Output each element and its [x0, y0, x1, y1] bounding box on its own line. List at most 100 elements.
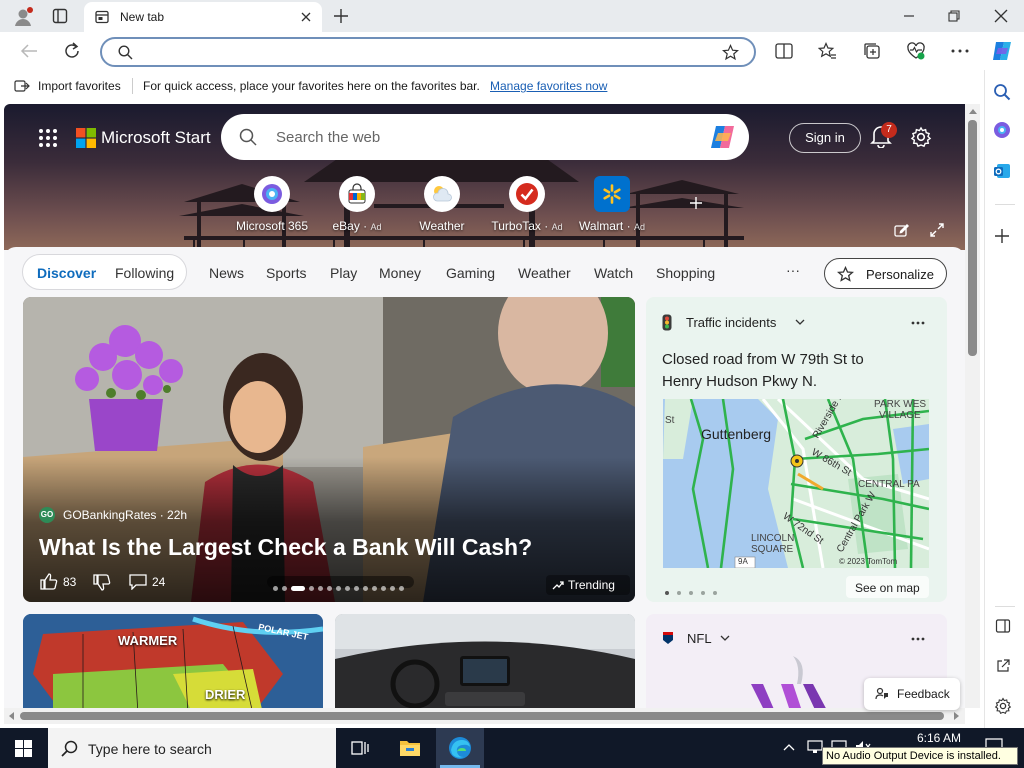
open-external-icon[interactable] [995, 658, 1011, 674]
new-tab-icon[interactable] [333, 8, 349, 24]
sidebar-settings-icon[interactable] [994, 697, 1012, 715]
tab-following[interactable]: Following [115, 265, 174, 281]
nav-shopping[interactable]: Shopping [656, 265, 715, 281]
carousel-dot[interactable] [336, 586, 341, 591]
profile-icon[interactable] [12, 6, 34, 28]
card-more-icon[interactable] [911, 321, 925, 325]
copilot-icon[interactable] [990, 39, 1014, 63]
personalize-button[interactable]: Personalize [824, 258, 947, 289]
clock-time[interactable]: 6:16 AM [917, 731, 961, 745]
more-icon[interactable] [951, 49, 969, 53]
address-bar[interactable] [100, 37, 756, 67]
add-quick-link-icon[interactable] [689, 196, 703, 210]
web-search-box[interactable]: Search the web [221, 114, 749, 160]
tab-discover[interactable]: Discover [37, 265, 96, 281]
tab-new-tab[interactable]: New tab [84, 2, 322, 32]
close-window-icon[interactable] [994, 9, 1008, 23]
sign-in-button[interactable]: Sign in [789, 123, 861, 153]
sidebar-search-icon[interactable] [993, 83, 1011, 101]
horizontal-scrollbar[interactable] [4, 708, 965, 724]
edge-taskbar-button[interactable] [436, 728, 484, 768]
feedback-button[interactable]: Feedback [864, 678, 960, 710]
pager-dot[interactable] [713, 591, 717, 595]
nav-weather[interactable]: Weather [518, 265, 571, 281]
scroll-right-icon[interactable] [954, 712, 960, 720]
nav-news[interactable]: News [209, 265, 244, 281]
top-story-card[interactable]: GO GOBankingRates · 22h What Is the Larg… [23, 297, 635, 602]
split-screen-icon[interactable] [775, 43, 793, 59]
sidebar-outlook-icon[interactable] [993, 162, 1011, 180]
pager-dot[interactable] [677, 591, 681, 595]
import-favorites-button[interactable]: Import favorites [38, 79, 121, 93]
hide-sidebar-icon[interactable] [995, 618, 1011, 634]
copilot-icon[interactable] [708, 123, 738, 151]
nav-gaming[interactable]: Gaming [446, 265, 495, 281]
collections-icon[interactable] [863, 42, 881, 60]
traffic-card-title[interactable]: Traffic incidents [686, 315, 776, 330]
minimize-icon[interactable] [903, 10, 915, 22]
scroll-up-icon[interactable] [969, 108, 977, 114]
chevron-down-icon[interactable] [795, 319, 805, 326]
refresh-icon[interactable] [63, 42, 81, 60]
apps-launcher-icon[interactable] [38, 128, 58, 148]
comment-icon[interactable] [129, 574, 147, 590]
restore-icon[interactable] [948, 10, 960, 22]
quick-link-turbotax[interactable]: TurboTax · Ad [489, 176, 565, 233]
quick-link-ebay[interactable]: eBay · Ad [319, 176, 395, 233]
vertical-scrollbar[interactable] [965, 104, 980, 708]
horizontal-scroll-thumb[interactable] [20, 712, 944, 720]
expand-icon[interactable] [929, 222, 945, 238]
nav-play[interactable]: Play [330, 265, 357, 281]
nav-money[interactable]: Money [379, 265, 421, 281]
tab-actions-icon[interactable] [52, 8, 68, 24]
scroll-left-icon[interactable] [8, 712, 14, 720]
like-icon[interactable] [40, 573, 58, 590]
carousel-dot[interactable] [363, 586, 368, 591]
favorite-star-icon[interactable] [722, 44, 739, 61]
tray-chevron-up-icon[interactable] [783, 743, 795, 751]
story-source[interactable]: GOBankingRates · 22h [63, 508, 187, 522]
quick-link-microsoft-365[interactable]: Microsoft 365 [234, 176, 310, 233]
carousel-dots[interactable] [267, 576, 414, 591]
weather-map-card[interactable]: WARMER DRIER POLAR JET [23, 614, 323, 708]
nfl-card-title[interactable]: NFL [687, 631, 712, 646]
story-headline[interactable]: What Is the Largest Check a Bank Will Ca… [39, 534, 532, 561]
nav-watch[interactable]: Watch [594, 265, 633, 281]
sidebar-add-icon[interactable] [994, 228, 1010, 244]
traffic-map[interactable]: PARK WES VILLAGE Guttenberg St Riverside… [663, 399, 929, 568]
carousel-dot[interactable] [372, 586, 377, 591]
see-on-map-button[interactable]: See on map [846, 576, 929, 598]
nav-sports[interactable]: Sports [266, 265, 306, 281]
traffic-pager-dots[interactable] [665, 583, 725, 598]
quick-link-weather[interactable]: Weather [404, 176, 480, 233]
windows-start-icon[interactable] [15, 740, 32, 757]
carousel-dot[interactable] [345, 586, 350, 591]
carousel-dot[interactable] [291, 586, 305, 591]
vehicle-story-card[interactable] [335, 614, 635, 708]
manage-favorites-link[interactable]: Manage favorites now [490, 79, 607, 93]
background-edit-icon[interactable] [894, 222, 910, 238]
brand-name[interactable]: Microsoft Start [101, 128, 211, 148]
favorites-icon[interactable] [818, 42, 837, 60]
carousel-dot[interactable] [354, 586, 359, 591]
dislike-icon[interactable] [93, 574, 111, 591]
network-icon[interactable] [807, 740, 823, 754]
traffic-description[interactable]: Closed road from W 79th St to Henry Huds… [662, 349, 902, 393]
vertical-scroll-thumb[interactable] [968, 120, 977, 356]
file-explorer-icon[interactable] [399, 738, 421, 758]
settings-icon[interactable] [910, 126, 932, 148]
pager-dot[interactable] [689, 591, 693, 595]
pager-dot[interactable] [701, 591, 705, 595]
back-icon[interactable] [20, 43, 38, 59]
carousel-dot[interactable] [318, 586, 323, 591]
card-more-icon[interactable] [911, 637, 925, 641]
carousel-dot[interactable] [399, 586, 404, 591]
carousel-dot[interactable] [381, 586, 386, 591]
quick-link-walmart[interactable]: Walmart · Ad [574, 176, 650, 233]
close-tab-icon[interactable] [300, 11, 312, 23]
browser-essentials-icon[interactable] [906, 41, 926, 61]
pager-dot[interactable] [665, 591, 669, 595]
carousel-dot[interactable] [309, 586, 314, 591]
sidebar-m365-icon[interactable] [993, 121, 1011, 139]
carousel-dot[interactable] [390, 586, 395, 591]
